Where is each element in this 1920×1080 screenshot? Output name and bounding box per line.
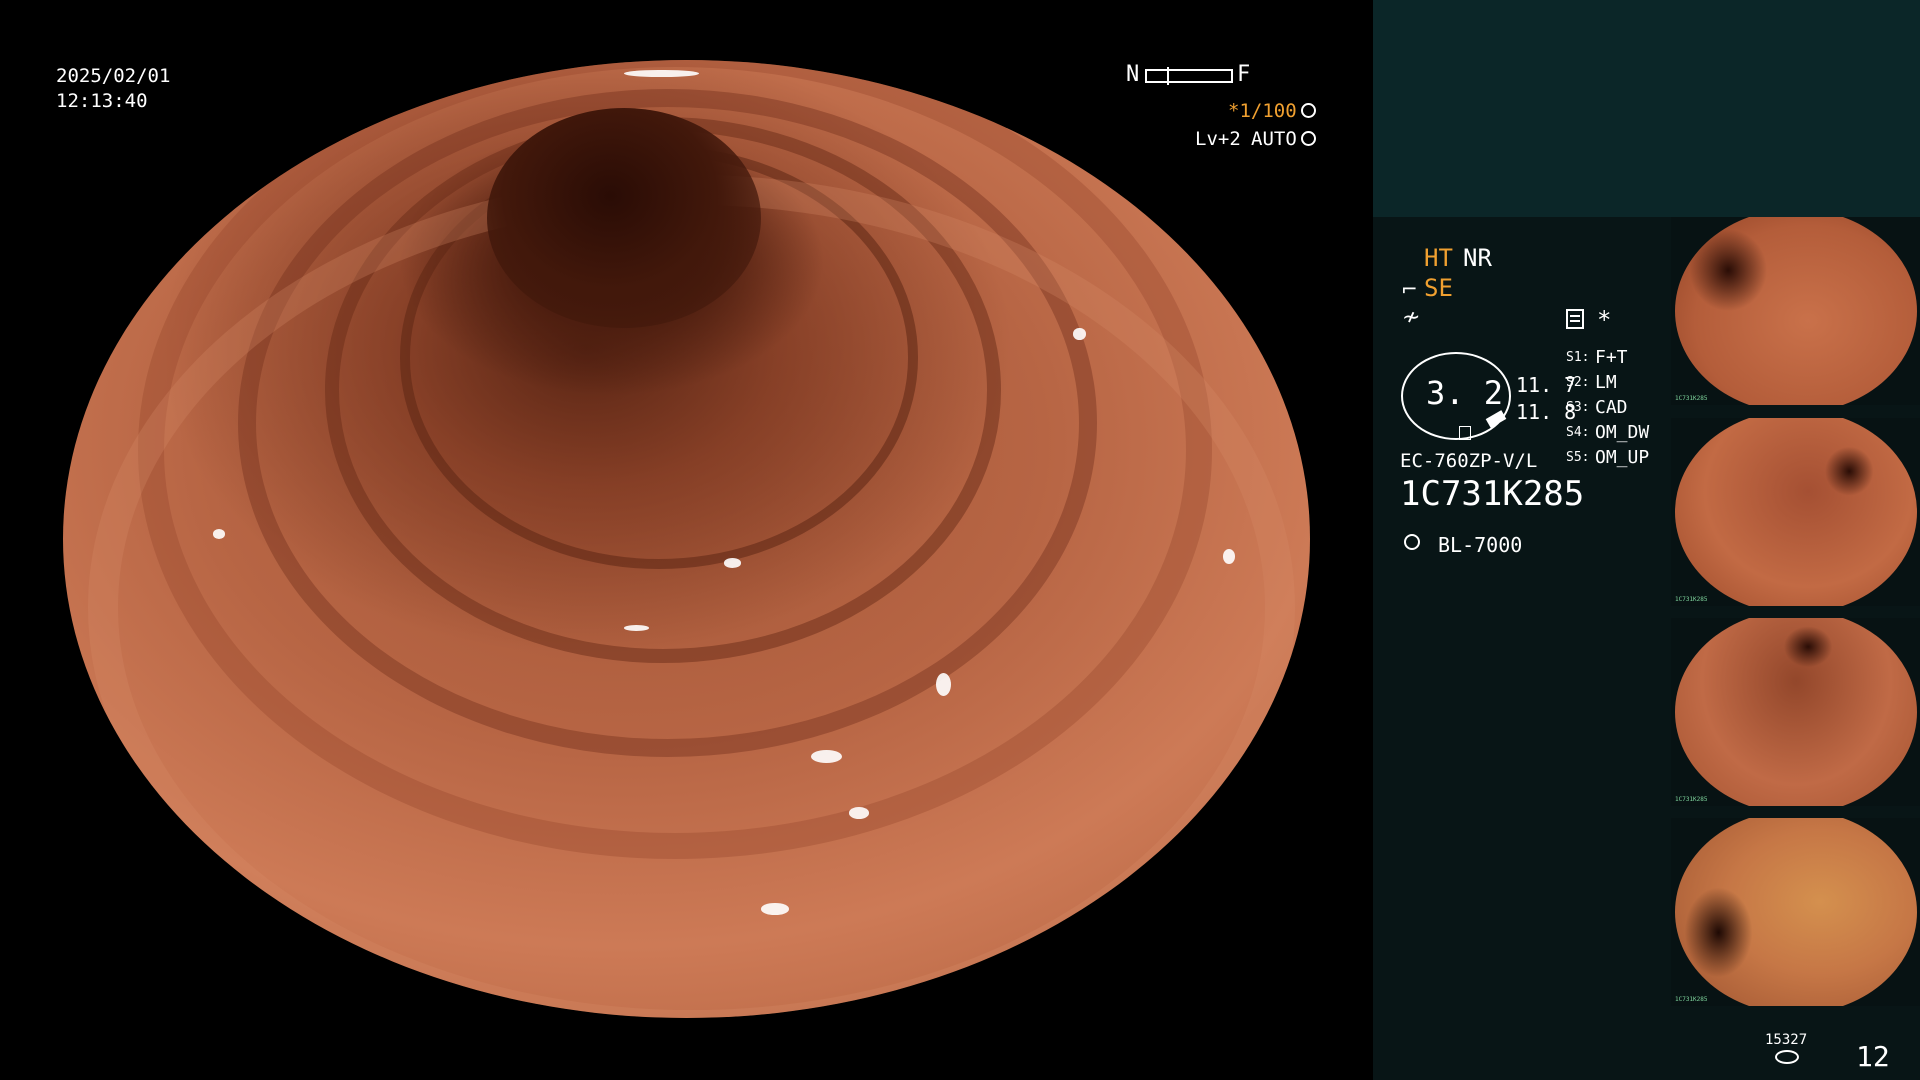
switch-value: LM [1595, 372, 1617, 393]
focus-marker [1167, 67, 1169, 85]
mask-bottom [0, 1018, 1373, 1080]
auto-label: AUTO [1251, 128, 1297, 150]
switch-value: CAD [1595, 397, 1628, 418]
se-label: SE [1424, 274, 1453, 302]
auto-mode-icon [1301, 131, 1316, 146]
switch-value: OM_UP [1595, 447, 1650, 468]
page-number: 12 [1856, 1040, 1890, 1073]
thumbnail-3[interactable]: 1C731K285 [1671, 618, 1920, 806]
date-label: 2025/02/01 [56, 65, 171, 87]
light-source: BL-7000 [1438, 533, 1523, 557]
switch-value: F+T [1595, 347, 1628, 368]
thumbnail-label: 1C731K285 [1675, 395, 1708, 402]
endoscope-view [63, 60, 1310, 1018]
thumbnail-label: 1C731K285 [1675, 996, 1708, 1003]
lamp-icon [1404, 534, 1420, 550]
thumbnail-label: 1C731K285 [1675, 796, 1708, 803]
switch-value: OM_DW [1595, 422, 1650, 443]
switch-key: S1: [1566, 350, 1590, 365]
time-label: 12:13:40 [56, 90, 148, 112]
asterisk-label: * [1597, 306, 1612, 334]
near-label: N [1126, 62, 1140, 87]
thumbnail-4[interactable]: 1C731K285 [1671, 818, 1920, 1006]
far-label: F [1237, 62, 1251, 87]
level-label: Lv+2 [1195, 128, 1241, 150]
thumbnail-1[interactable]: 1C731K285 [1671, 217, 1920, 405]
panel-header [1373, 0, 1920, 217]
ht-label: HT [1424, 244, 1453, 272]
memory-icon [1566, 309, 1584, 329]
switch-key: S2: [1566, 375, 1590, 390]
disk-icon [1775, 1050, 1799, 1064]
fan-icon: ≁ [1402, 305, 1421, 330]
thumbnail-2[interactable]: 1C731K285 [1671, 418, 1920, 606]
mask-top [0, 0, 1373, 60]
scope-model: EC-760ZP-V/L [1400, 450, 1538, 472]
capture-count: 15327 [1765, 1032, 1808, 1048]
thumbnail-label: 1C731K285 [1675, 596, 1708, 603]
shutter-mode-icon [1301, 103, 1316, 118]
scope-serial: 1C731K285 [1400, 474, 1585, 514]
nr-label: NR [1463, 244, 1492, 272]
switch-key: S3: [1566, 400, 1590, 415]
dial-value: 3. 2 [1426, 374, 1504, 412]
focus-bar [1145, 67, 1233, 85]
switch-key: S4: [1566, 425, 1590, 440]
switch-key: S5: [1566, 450, 1590, 465]
shutter-label: *1/100 [1228, 100, 1297, 122]
se-icon: ⌐ [1401, 277, 1418, 301]
